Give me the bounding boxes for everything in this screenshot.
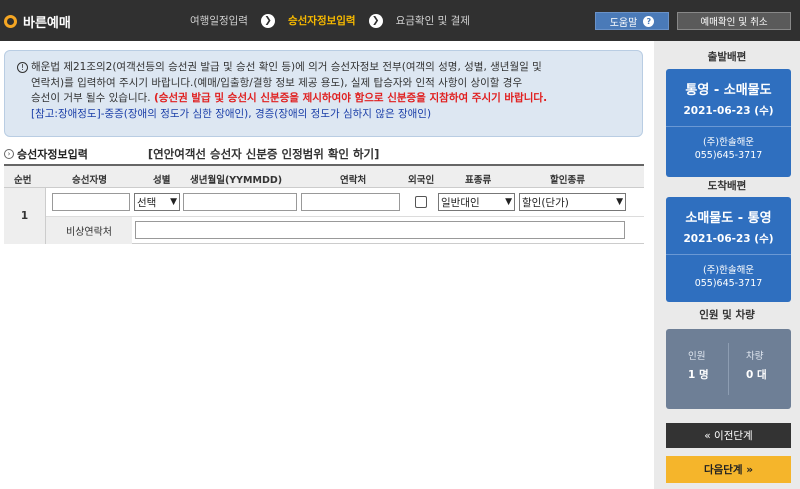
emergency-contact-input[interactable] [135,221,625,239]
departure-phone: 055)645-3717 [694,150,763,161]
step-arrow-icon: ❯ [368,13,383,28]
arrival-company: (주)한솔해운 [702,265,755,276]
sidebar: 출발배편 통영 - 소매물도 2021-06-23 (수) (주)한솔해운 05… [654,41,800,489]
vehicle-value: 0 대 [746,369,767,381]
card-divider [728,343,729,395]
table-header: 순번 승선자명 성별 생년월일(YYMMDD) 연락처 외국인 표종류 할인종류 [4,164,644,188]
top-bar: 바른예매 여행일정입력 ❯ 승선자정보입력 ❯ 요금확인 및 결제 도움말 ? … [0,0,800,41]
passenger-vehicle-card: 인원 차량 1 명 0 대 [666,329,791,409]
arrival-card: 소매물도 - 통영 2021-06-23 (수) (주)한솔해운 055)645… [666,197,791,302]
departure-company: (주)한솔해운 [702,137,755,148]
discount-type-select[interactable]: 할인(단가) ▼ [519,193,626,211]
chevron-down-icon: ▼ [616,197,623,207]
birth-date-input[interactable] [183,193,297,211]
chevron-down-icon: ▼ [170,197,177,207]
arrival-title: 도착배편 [707,180,747,192]
brand-ring-icon [4,14,17,28]
passenger-name-input[interactable] [52,193,130,211]
people-value: 1 명 [688,369,709,381]
arrival-date: 2021-06-23 (수) [683,233,774,245]
contact-input[interactable] [301,193,400,211]
chevron-down-icon: ▼ [505,197,512,207]
notice-line-2: 연락처)를 입력하여 주시기 바랍니다.(예매/입출항/결항 정보 제공 용도)… [31,76,523,89]
gender-select[interactable]: 선택 ▼ [134,193,180,211]
notice-line-1: ! 해운법 제21조의2(여객선등의 승선권 발급 및 승선 확인 등)에 의거 … [15,60,634,76]
notice-line-4: [참고:장애정도]-중증(장애의 정도가 심한 장애인), 경증(장애의 정도가… [31,107,432,120]
col-birth: 생년월일(YYMMDD) [190,175,283,186]
help-label: 도움말 [609,17,638,29]
departure-card: 통영 - 소매물도 2021-06-23 (수) (주)한솔해운 055)645… [666,69,791,177]
departure-title: 출발배편 [707,51,747,63]
notice-line-3: 승선이 거부 될수 있습니다. (승선권 발급 및 승선시 신분증을 제시하여야… [31,92,548,104]
col-ticket: 표종류 [465,175,492,186]
emergency-contact-label: 비상연락처 [46,217,132,244]
arrival-phone: 055)645-3717 [694,278,763,289]
step-passenger-info: 승선자정보입력 [287,15,356,27]
id-range-link[interactable]: [연안여객선 승선자 신분증 인정범위 확인 하기] [148,146,380,162]
card-divider [666,254,791,255]
departure-route: 통영 - 소매물도 [685,83,772,98]
help-button[interactable]: 도움말 ? [595,12,669,30]
prev-step-button[interactable]: « 이전단계 [666,423,791,448]
col-discount: 할인종류 [550,175,585,186]
col-gender: 성별 [153,175,171,186]
section-title: 승선자정보입력 [17,148,88,161]
count-title: 인원 및 차량 [699,309,755,321]
vehicle-label: 차량 [746,351,764,362]
question-icon: ? [643,15,655,27]
step-payment: 요금확인 및 결제 [395,15,470,27]
table-row: 1 선택 ▼ 일반대인 ▼ 할인(단가) ▼ 비상연락처 [4,188,644,244]
section-header: › 승선자정보입력 [연안여객선 승선자 신분증 인정범위 확인 하기] [4,145,644,163]
step-indicator: 여행일정입력 ❯ 승선자정보입력 ❯ 요금확인 및 결제 [190,13,470,28]
brand-logo[interactable]: 바른예매 [4,12,71,31]
row-divider [46,216,644,217]
col-name: 승선자명 [72,175,107,186]
info-icon: ! [17,61,28,73]
col-contact: 연락처 [340,175,367,186]
chevron-right-icon: › [4,149,14,159]
arrival-route: 소매물도 - 통영 [685,211,772,226]
people-label: 인원 [688,351,706,362]
next-step-button[interactable]: 다음단계 » [666,456,791,483]
departure-date: 2021-06-23 (수) [683,105,774,117]
ticket-type-select[interactable]: 일반대인 ▼ [438,193,515,211]
card-divider [666,126,791,127]
step-arrow-icon: ❯ [260,13,275,28]
col-foreigner: 외국인 [408,175,435,186]
reservation-check-button[interactable]: 예매확인 및 취소 [677,12,791,30]
foreigner-checkbox[interactable] [415,196,427,208]
notice-box: ! 해운법 제21조의2(여객선등의 승선권 발급 및 승선 확인 등)에 의거 … [4,50,643,137]
brand-title: 바른예매 [23,15,71,31]
step-schedule: 여행일정입력 [190,15,248,27]
row-seq: 1 [4,188,46,244]
col-seq: 순번 [14,175,32,186]
